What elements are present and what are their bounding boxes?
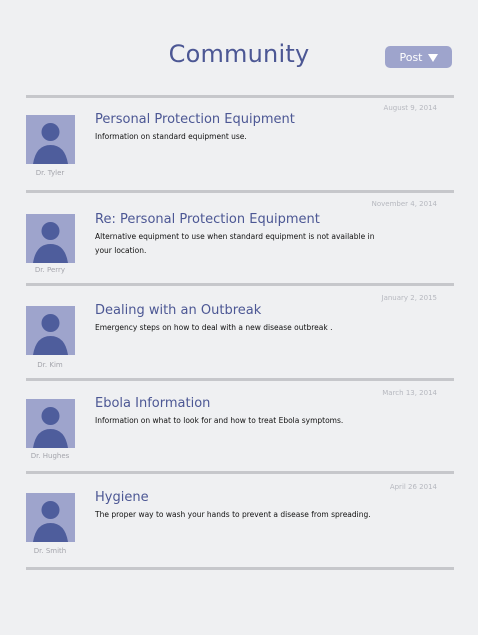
post-author: Dr. Smith [33, 547, 67, 555]
avatar-icon [26, 115, 75, 164]
post-date: November 4, 2014 [371, 200, 437, 208]
post-title[interactable]: Dealing with an Outbreak [95, 303, 261, 318]
post-description: Information on what to look for and how … [95, 416, 344, 425]
post-title[interactable]: Ebola Information [95, 396, 210, 411]
post-author: Dr. Hughes [30, 452, 70, 460]
post-date: January 2, 2015 [381, 294, 437, 302]
post-item[interactable]: March 13, 2014 Dr. Hughes Ebola Informat… [0, 381, 478, 471]
post-button[interactable]: Post [385, 46, 452, 68]
avatar-icon [26, 399, 75, 448]
post-item[interactable]: November 4, 2014 Dr. Perry Re: Personal … [0, 193, 478, 283]
post-description: Alternative equipment to use when standa… [95, 232, 375, 255]
post-author: Dr. Perry [34, 266, 66, 274]
post-description: Emergency steps on how to deal with a ne… [95, 323, 333, 332]
avatar-icon [26, 493, 75, 542]
post-item[interactable]: April 26 2014 Dr. Smith Hygiene The prop… [0, 474, 478, 564]
post-title[interactable]: Hygiene [95, 490, 149, 505]
triangle-down-icon [427, 54, 438, 62]
post-description: Information on standard equipment use. [95, 132, 247, 141]
post-date: March 13, 2014 [382, 389, 437, 397]
post-item[interactable]: January 2, 2015 Dr. Kim Dealing with an … [0, 286, 478, 376]
post-description: The proper way to wash your hands to pre… [95, 510, 371, 519]
avatar-icon [26, 214, 75, 263]
divider [26, 567, 454, 570]
post-author: Dr. Kim [37, 361, 63, 369]
avatar-icon [26, 306, 75, 355]
post-date: August 9, 2014 [383, 104, 437, 112]
post-button-label: Post [399, 50, 423, 64]
post-date: April 26 2014 [389, 483, 437, 491]
post-title[interactable]: Personal Protection Equipment [95, 112, 295, 127]
post-author: Dr. Tyler [35, 169, 65, 177]
post-title[interactable]: Re: Personal Protection Equipment [95, 212, 320, 227]
post-item[interactable]: August 9, 2014 Dr. Tyler Personal Protec… [0, 98, 478, 188]
